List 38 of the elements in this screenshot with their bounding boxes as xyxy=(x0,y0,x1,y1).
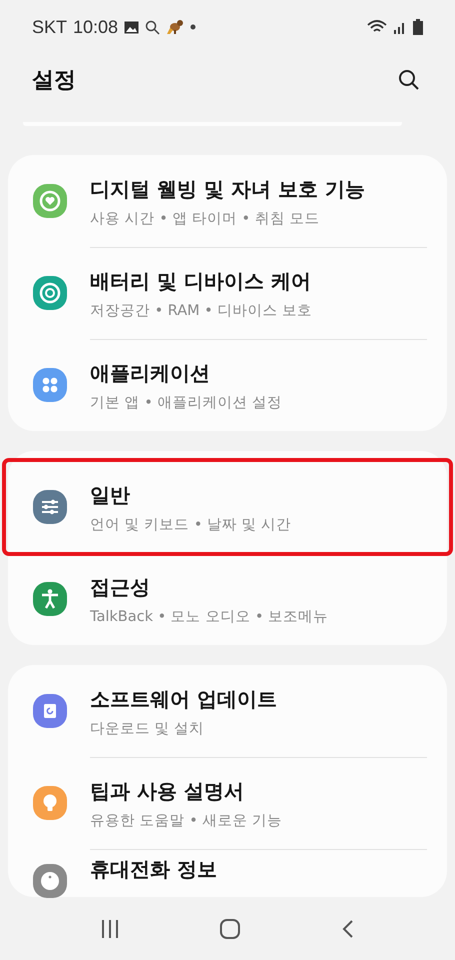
item-title: 일반 xyxy=(90,482,131,508)
settings-item[interactable]: 디지털 웰빙 및 자녀 보호 기능 사용 시간 • 앱 타이머 • 취침 모드 xyxy=(8,155,447,247)
dot-icon xyxy=(190,24,196,30)
item-title: 소프트웨어 업데이트 xyxy=(90,686,278,712)
carrier-label: SKT xyxy=(32,16,68,38)
settings-item[interactable]: 배터리 및 디바이스 케어 저장공간 • RAM • 디바이스 보호 xyxy=(8,247,447,339)
update-icon xyxy=(32,693,68,729)
item-title: 배터리 및 디바이스 케어 xyxy=(90,268,312,294)
clock: 10:08 xyxy=(73,16,118,38)
signal-icon xyxy=(393,20,407,34)
settings-item[interactable]: 일반 언어 및 키보드 • 날짜 및 시간 xyxy=(5,461,450,553)
settings-item[interactable]: 팁과 사용 설명서 유용한 도움말 • 새로운 기능 xyxy=(8,757,447,849)
recent-apps-icon[interactable] xyxy=(100,918,120,938)
item-subtitle: 다운로드 및 설치 xyxy=(90,720,206,738)
item-title: 디지털 웰빙 및 자녀 보호 기능 xyxy=(90,176,366,202)
item-subtitle: 기본 앱 • 애플리케이션 설정 xyxy=(90,394,283,412)
page-title: 설정 xyxy=(32,67,77,95)
item-subtitle: 저장공간 • RAM • 디바이스 보호 xyxy=(90,302,314,320)
lightbulb-icon xyxy=(32,785,68,821)
sliders-icon xyxy=(32,489,68,525)
item-subtitle: 언어 및 키보드 • 날짜 및 시간 xyxy=(90,516,292,534)
person-icon xyxy=(32,581,68,617)
item-subtitle: 유용한 도움말 • 새로운 기능 xyxy=(90,812,283,830)
search-icon xyxy=(145,20,160,34)
item-title: 휴대전화 정보 xyxy=(90,856,218,883)
four-dots-icon xyxy=(32,367,68,403)
item-subtitle: 사용 시간 • 앱 타이머 • 취침 모드 xyxy=(90,210,320,228)
item-subtitle: TalkBack • 모노 오디오 • 보조메뉴 xyxy=(90,608,330,626)
settings-item[interactable]: 소프트웨어 업데이트 다운로드 및 설치 xyxy=(8,665,447,757)
battery-icon xyxy=(413,19,423,35)
settings-item[interactable]: 휴대전화 정보 xyxy=(8,849,447,897)
picture-icon xyxy=(124,20,140,34)
item-title: 접근성 xyxy=(90,574,151,600)
item-title: 애플리케이션 xyxy=(90,360,211,386)
settings-item[interactable]: 애플리케이션 기본 앱 • 애플리케이션 설정 xyxy=(8,339,447,431)
item-title: 팁과 사용 설명서 xyxy=(90,778,245,804)
settings-item[interactable]: 접근성 TalkBack • 모노 오디오 • 보조메뉴 xyxy=(8,553,447,645)
home-icon[interactable] xyxy=(218,918,240,940)
